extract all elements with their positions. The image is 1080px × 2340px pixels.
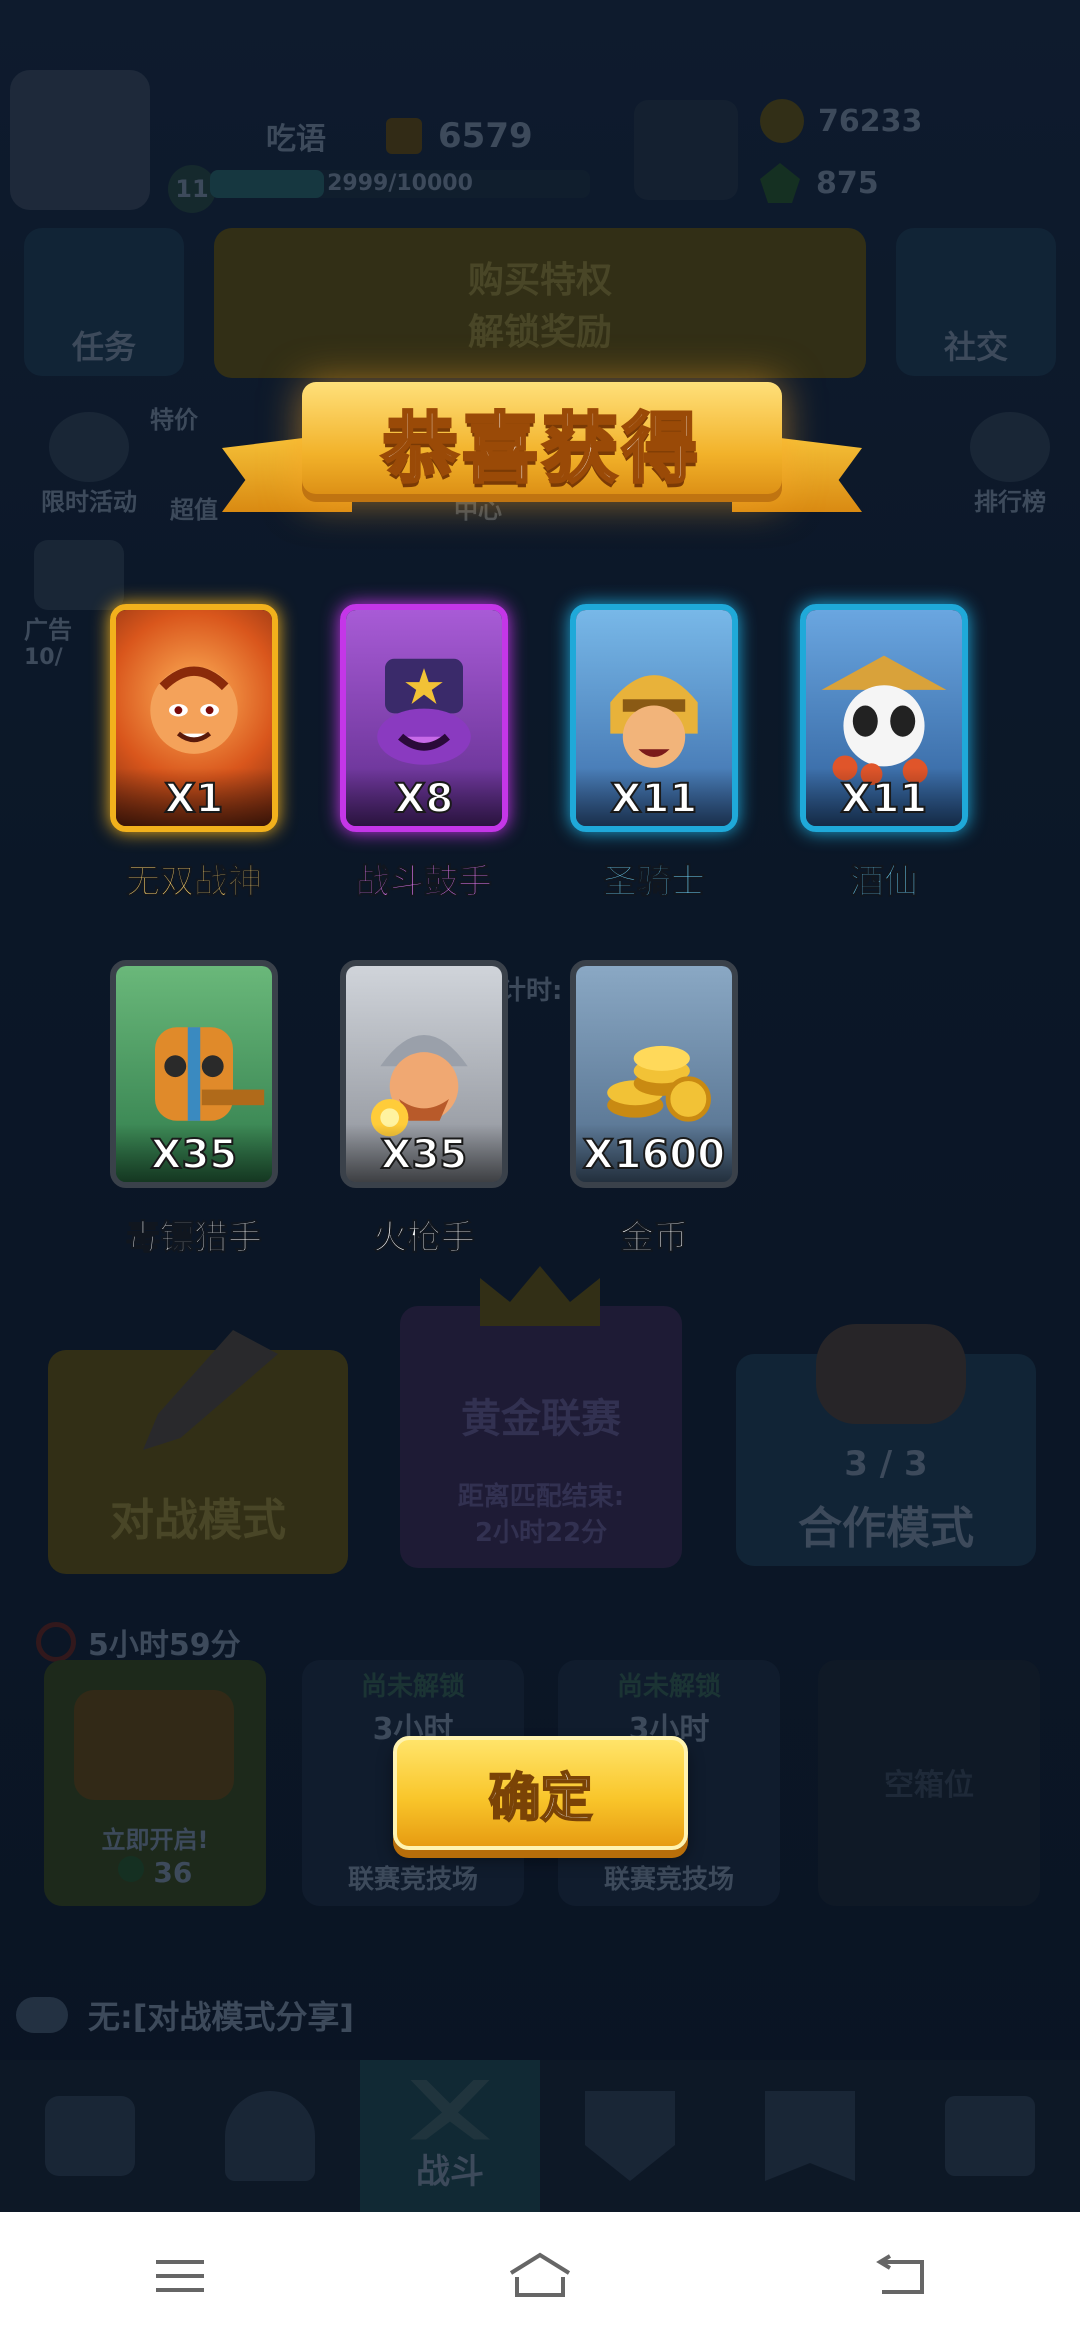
reward-name: 战斗鼓手 <box>356 862 493 903</box>
reward-card-sheng-qishi[interactable]: X11 <box>570 604 738 832</box>
reward-qty: X11 <box>806 768 962 826</box>
reward-name: 金币 <box>620 1218 689 1259</box>
menu-icon <box>156 2260 204 2292</box>
reward-card-dubiao-lieshou[interactable]: X35 <box>110 960 278 1188</box>
reward-qty: X35 <box>346 1124 502 1182</box>
reward-name: 圣骑士 <box>603 862 706 903</box>
reward-card-jiuxian[interactable]: X11 <box>800 604 968 832</box>
reward-qty: X11 <box>576 768 732 826</box>
reward-name: 酒仙 <box>850 862 919 903</box>
reward-card-zhandou-gushou[interactable]: X8 <box>340 604 508 832</box>
confirm-button[interactable]: 确定 <box>393 1736 688 1850</box>
system-nav-bar <box>0 2212 1080 2340</box>
reward-qty: X1 <box>116 768 272 826</box>
reward-name: 火枪手 <box>373 1218 476 1259</box>
reward-banner: 恭喜获得 <box>222 372 862 522</box>
recent-apps-button[interactable] <box>120 2226 240 2326</box>
reward-name: 毒镖猎手 <box>126 1218 263 1259</box>
reward-card-huoqiang-shou[interactable]: X35 <box>340 960 508 1188</box>
reward-qty: X8 <box>346 768 502 826</box>
reward-name: 无双战神 <box>126 862 263 903</box>
banner-plate: 恭喜获得 <box>302 382 782 502</box>
reward-card-wushuang-zhanshen[interactable]: X1 <box>110 604 278 832</box>
back-button[interactable] <box>840 2226 960 2326</box>
reward-title: 恭喜获得 <box>381 403 702 495</box>
back-icon <box>876 2254 924 2294</box>
reward-qty: X35 <box>116 1124 272 1182</box>
home-button[interactable] <box>480 2226 600 2326</box>
home-icon <box>509 2252 571 2297</box>
reward-card-jinbi[interactable]: X1600 <box>570 960 738 1188</box>
reward-qty: X1600 <box>576 1124 732 1182</box>
